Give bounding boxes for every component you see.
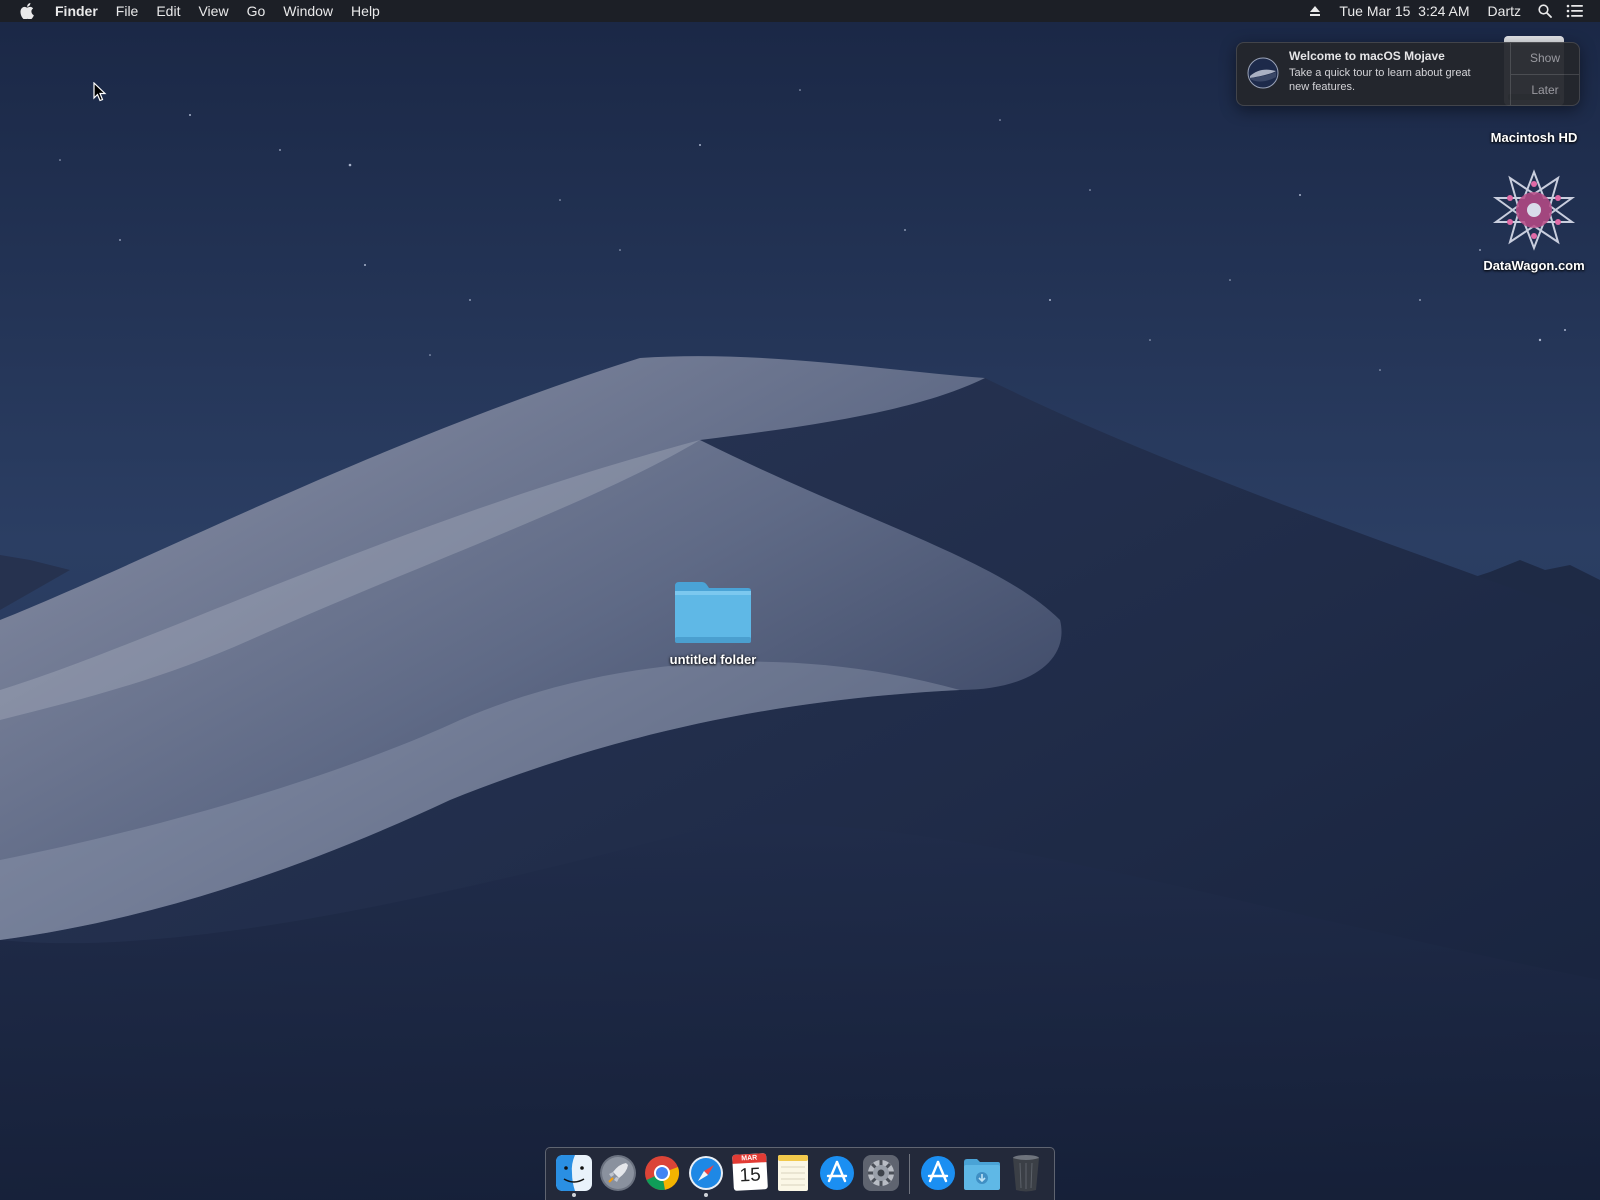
desktop-icon-untitled-folder[interactable]: untitled folder — [658, 580, 768, 667]
notification-text-line2: new features. — [1289, 81, 1356, 93]
dock: MAR 15 — [545, 1147, 1055, 1200]
menu-bar: Finder File Edit View Go Window Help Tue… — [0, 0, 1600, 22]
dock-finder[interactable] — [552, 1150, 596, 1198]
launchpad-rocket-icon — [599, 1154, 637, 1192]
chrome-icon — [643, 1154, 681, 1192]
mouse-pointer-icon — [93, 81, 107, 107]
safari-compass-icon — [687, 1154, 725, 1192]
calendar-icon: MAR 15 — [731, 1153, 768, 1191]
dock-trash[interactable] — [1004, 1150, 1048, 1198]
datawagon-label: DataWagon.com — [1483, 258, 1585, 273]
notification-text-line1: Take a quick tour to learn about great — [1289, 67, 1471, 79]
calendar-day: 15 — [738, 1164, 761, 1187]
downloads-folder-icon — [962, 1154, 1002, 1191]
macintosh-hd-label: Macintosh HD — [1490, 130, 1578, 145]
menu-window[interactable]: Window — [274, 0, 342, 22]
desktop-icon-datawagon[interactable]: DataWagon.com — [1474, 168, 1594, 273]
menu-user-name[interactable]: Dartz — [1479, 0, 1530, 22]
dock-notes[interactable] — [772, 1150, 816, 1198]
notification-title: Welcome to macOS Mojave — [1289, 49, 1445, 63]
menu-view[interactable]: View — [189, 0, 237, 22]
dock-running-indicator — [571, 1193, 576, 1197]
menu-file[interactable]: File — [107, 0, 148, 22]
dock-safari[interactable] — [684, 1150, 728, 1198]
dock-separator — [909, 1154, 911, 1194]
notes-icon — [776, 1154, 810, 1192]
apple-menu-icon[interactable] — [16, 0, 38, 22]
dock-app-store[interactable] — [815, 1150, 859, 1198]
menu-edit[interactable]: Edit — [147, 0, 189, 22]
dock-running-indicator — [703, 1193, 708, 1197]
app-store-folder-icon — [919, 1154, 957, 1192]
dock-app-store-downloads[interactable] — [916, 1150, 960, 1198]
desktop-wallpaper — [0, 0, 1600, 1200]
mojave-app-icon — [1247, 57, 1279, 89]
system-preferences-gear-icon — [862, 1154, 900, 1192]
dock-launchpad[interactable] — [596, 1150, 640, 1198]
folder-icon — [672, 580, 754, 646]
dock-calendar[interactable]: MAR 15 — [728, 1150, 772, 1198]
notification-show-button[interactable]: Show — [1511, 43, 1579, 74]
notification-body: Welcome to macOS Mojave Take a quick tou… — [1289, 43, 1510, 105]
app-store-icon — [818, 1154, 856, 1192]
notification-later-button[interactable]: Later — [1511, 73, 1579, 106]
dock-system-preferences[interactable] — [859, 1150, 903, 1198]
notification-center-icon[interactable] — [1564, 0, 1586, 22]
menu-help[interactable]: Help — [342, 0, 389, 22]
notification-actions: Show Later — [1510, 43, 1579, 105]
untitled-folder-label: untitled folder — [669, 652, 757, 667]
notification-banner[interactable]: Welcome to macOS Mojave Take a quick tou… — [1236, 42, 1580, 106]
datawagon-logo-icon — [1492, 168, 1576, 252]
menu-clock[interactable]: Tue Mar 15 3:24 AM — [1330, 0, 1478, 22]
dock-downloads-folder[interactable] — [960, 1150, 1004, 1198]
dock-chrome[interactable] — [640, 1150, 684, 1198]
trash-icon — [1010, 1154, 1042, 1192]
menu-app-finder[interactable]: Finder — [46, 0, 107, 22]
spotlight-search-icon[interactable] — [1534, 0, 1556, 22]
eject-icon[interactable] — [1304, 0, 1326, 22]
menu-go[interactable]: Go — [238, 0, 275, 22]
menu-bar-extras: Tue Mar 15 3:24 AM Dartz — [1300, 0, 1600, 22]
finder-icon — [555, 1154, 593, 1192]
